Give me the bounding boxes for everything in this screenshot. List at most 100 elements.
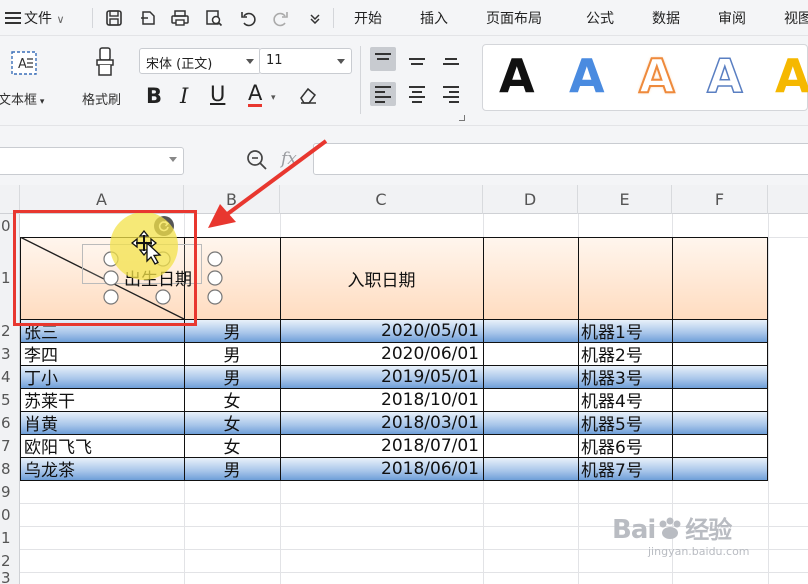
name-box[interactable]: [0, 147, 184, 175]
quick-access-dropdown-icon[interactable]: [304, 7, 326, 29]
cell-gender[interactable]: 男: [184, 457, 280, 480]
column-header-d[interactable]: D: [483, 185, 578, 214]
cell-machine[interactable]: 机器4号: [581, 388, 643, 411]
cell-name[interactable]: 丁小: [24, 365, 58, 388]
cell-gender[interactable]: 女: [184, 434, 280, 457]
header-cell-hire-date[interactable]: 入职日期: [280, 237, 483, 319]
table-border: [483, 237, 484, 480]
row-header[interactable]: 4: [0, 365, 20, 388]
spreadsheet-grid: A B C D E F 0 1 2 3 4 5 6 7 8 9 0 1 2 3 …: [0, 139, 808, 584]
cell-machine[interactable]: 机器6号: [581, 434, 643, 457]
cell-date[interactable]: 2018/03/01: [280, 411, 479, 434]
table-border: [280, 237, 281, 480]
file-menu[interactable]: 文件 ∨: [24, 8, 65, 28]
print-icon[interactable]: [169, 7, 191, 29]
align-top-button[interactable]: [370, 47, 396, 71]
font-name-select[interactable]: 宋体 (正文): [139, 48, 261, 74]
cell-machine[interactable]: 机器1号: [581, 319, 643, 342]
row-header[interactable]: 7: [0, 434, 20, 457]
column-header-e[interactable]: E: [578, 185, 672, 214]
text-style-blue-outline[interactable]: A: [706, 50, 743, 102]
table-border: [20, 342, 768, 343]
font-size-select[interactable]: 11: [259, 48, 352, 74]
gridline: [20, 572, 808, 573]
column-header-f[interactable]: F: [672, 185, 768, 214]
format-painter-button[interactable]: 格式刷: [82, 89, 121, 108]
cell-machine[interactable]: 机器3号: [581, 365, 643, 388]
cell-machine[interactable]: 机器7号: [581, 457, 643, 480]
row-header[interactable]: 3: [0, 342, 20, 365]
cell-date[interactable]: 2019/05/01: [280, 365, 479, 388]
font-color-button[interactable]: A: [248, 82, 263, 107]
menu-divider: [333, 8, 334, 28]
font-color-dropdown-icon[interactable]: ▾: [271, 93, 276, 103]
redo-icon[interactable]: [270, 7, 292, 29]
tab-insert[interactable]: 插入: [420, 8, 448, 28]
annotation-arrow: [208, 139, 328, 228]
formula-input[interactable]: [313, 143, 808, 175]
cell-date[interactable]: 2018/06/01: [280, 457, 479, 480]
annotation-highlight-box: [13, 210, 197, 326]
tab-view[interactable]: 视图: [784, 8, 808, 28]
cell-gender[interactable]: 女: [184, 388, 280, 411]
hamburger-menu-icon[interactable]: [2, 7, 24, 29]
textbox-button[interactable]: 文本框 ▾: [0, 89, 44, 108]
print-preview-icon[interactable]: [203, 7, 225, 29]
align-bottom-button[interactable]: [438, 47, 464, 71]
cell-date[interactable]: 2018/07/01: [280, 434, 479, 457]
cell-date[interactable]: 2020/06/01: [280, 342, 479, 365]
row-header[interactable]: 0: [0, 503, 20, 526]
table-border: [20, 480, 768, 481]
row-header[interactable]: 5: [0, 388, 20, 411]
cell-machine[interactable]: 机器2号: [581, 342, 643, 365]
cell-name[interactable]: 苏莱干: [24, 388, 75, 411]
cell-date[interactable]: 2020/05/01: [280, 319, 479, 342]
cell-gender[interactable]: 男: [184, 342, 280, 365]
text-style-gallery: A A A A A: [482, 44, 808, 111]
tab-page-layout[interactable]: 页面布局: [486, 8, 542, 28]
align-middle-button[interactable]: [404, 47, 430, 71]
export-icon[interactable]: [137, 7, 159, 29]
bold-button[interactable]: B: [146, 84, 162, 108]
text-style-black[interactable]: A: [499, 51, 535, 101]
cell-name[interactable]: 李四: [24, 342, 58, 365]
tab-review[interactable]: 审阅: [718, 8, 746, 28]
align-right-button[interactable]: [438, 82, 464, 106]
table-border: [20, 457, 768, 458]
table-border: [578, 237, 579, 480]
row-header[interactable]: 6: [0, 411, 20, 434]
cell-gender[interactable]: 男: [184, 319, 280, 342]
column-header-g[interactable]: [768, 185, 808, 214]
menu-bar: 文件 ∨ 开始 插入 页面布局 公式 数据 审阅 视图: [0, 0, 808, 36]
undo-icon[interactable]: [237, 7, 259, 29]
cell-machine[interactable]: 机器5号: [581, 411, 643, 434]
row-header[interactable]: 3: [0, 569, 20, 584]
tab-home[interactable]: 开始: [354, 8, 382, 28]
alignment-dialog-launcher[interactable]: [459, 115, 465, 121]
cell-name[interactable]: 乌龙茶: [24, 457, 75, 480]
cell-gender[interactable]: 女: [184, 411, 280, 434]
row-header[interactable]: 9: [0, 480, 20, 503]
row-header[interactable]: 1: [0, 526, 20, 549]
format-painter-icon[interactable]: [92, 46, 118, 78]
text-style-blue[interactable]: A: [569, 51, 605, 101]
text-style-gold[interactable]: A: [775, 51, 808, 101]
tab-formulas[interactable]: 公式: [586, 8, 614, 28]
tab-data[interactable]: 数据: [652, 8, 680, 28]
save-icon[interactable]: [103, 7, 125, 29]
underline-button[interactable]: U: [210, 82, 225, 106]
watermark-url: jingyan.baidu.com: [648, 545, 750, 558]
cell-date[interactable]: 2018/10/01: [280, 388, 479, 411]
cell-name[interactable]: 欧阳飞飞: [24, 434, 92, 457]
align-center-button[interactable]: [404, 82, 430, 106]
table-border: [20, 411, 768, 412]
clear-format-icon[interactable]: [297, 85, 319, 109]
row-header[interactable]: 8: [0, 457, 20, 480]
italic-button[interactable]: I: [180, 84, 188, 108]
cell-gender[interactable]: 男: [184, 365, 280, 388]
name-box-dropdown-icon[interactable]: [169, 157, 177, 162]
textbox-icon[interactable]: A: [10, 50, 38, 76]
align-left-button[interactable]: [370, 82, 396, 106]
cell-name[interactable]: 肖黄: [24, 411, 58, 434]
text-style-orange-outline[interactable]: A: [638, 50, 676, 102]
